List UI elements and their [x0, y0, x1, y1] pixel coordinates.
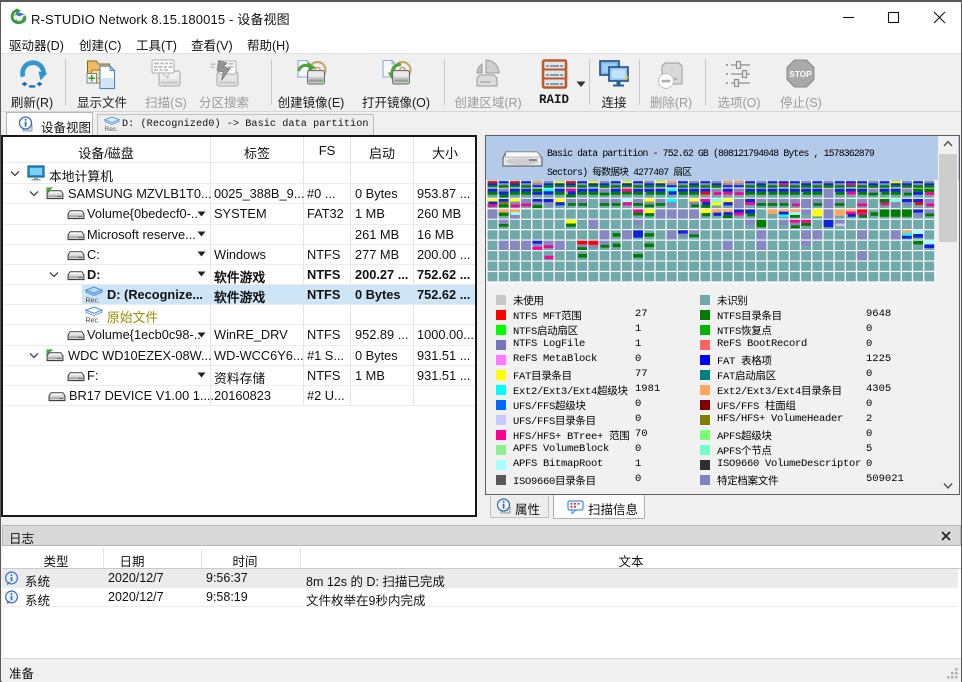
- svg-text:Rec.: Rec.: [86, 317, 100, 323]
- svg-text:Rec.: Rec.: [86, 297, 100, 303]
- svg-text:STOP: STOP: [789, 70, 812, 79]
- svg-text:Rec.: Rec.: [105, 126, 119, 133]
